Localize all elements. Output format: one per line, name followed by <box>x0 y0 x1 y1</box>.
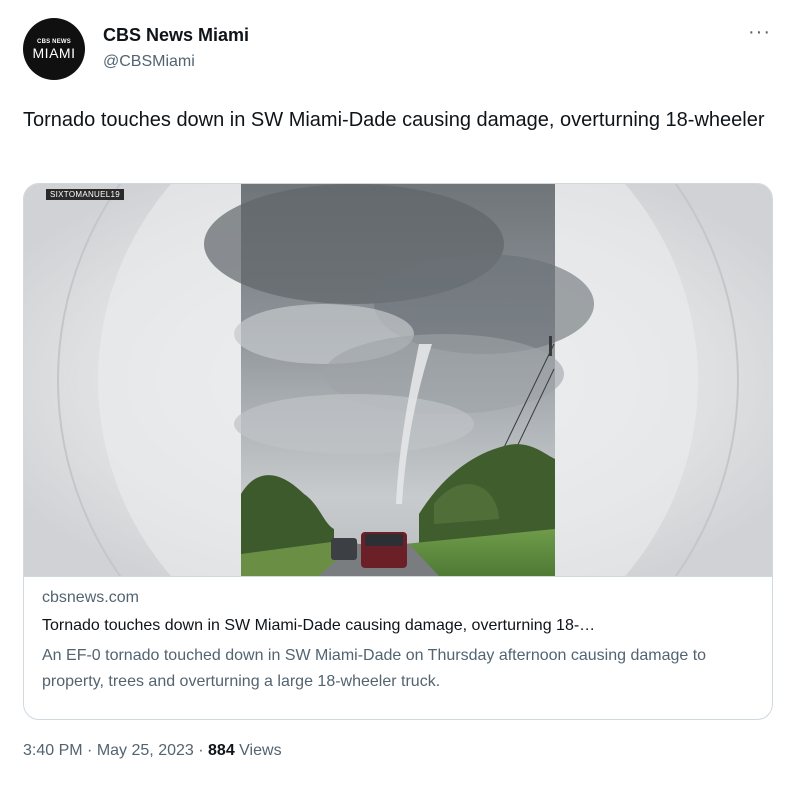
avatar[interactable]: CBS NEWS MIAMI <box>23 18 85 80</box>
card-domain: cbsnews.com <box>42 589 139 606</box>
link-card[interactable]: SIXTOMANUEL19 cbsnews.com Tornado touche… <box>23 183 773 720</box>
meta-separator: · <box>87 742 93 759</box>
author-name[interactable]: CBS News Miami <box>103 25 249 46</box>
image-watermark: SIXTOMANUEL19 <box>46 189 124 200</box>
tornado-photo <box>24 184 772 576</box>
tweet-time[interactable]: 3:40 PM <box>23 742 83 759</box>
views-label: Views <box>239 742 282 759</box>
tweet-date[interactable]: May 25, 2023 <box>97 742 194 759</box>
tweet-text: Tornado touches down in SW Miami-Dade ca… <box>23 109 765 131</box>
views-count[interactable]: 884 <box>208 742 235 759</box>
card-info[interactable]: cbsnews.com Tornado touches down in SW M… <box>24 576 772 719</box>
meta-separator-2: · <box>198 742 204 759</box>
card-title: Tornado touches down in SW Miami-Dade ca… <box>42 617 596 634</box>
card-image[interactable]: SIXTOMANUEL19 <box>24 184 772 576</box>
avatar-line2: MIAMI <box>32 44 76 61</box>
author-handle[interactable]: @CBSMiami <box>103 53 195 71</box>
card-description: An EF-0 tornado touched down in SW Miami… <box>42 647 707 690</box>
tweet: CBS NEWS MIAMI CBS News Miami @CBSMiami … <box>0 0 800 785</box>
more-horizontal-icon[interactable]: ··· <box>748 22 771 42</box>
tweet-meta: 3:40 PM · May 25, 2023 · 884 Views <box>23 742 282 760</box>
